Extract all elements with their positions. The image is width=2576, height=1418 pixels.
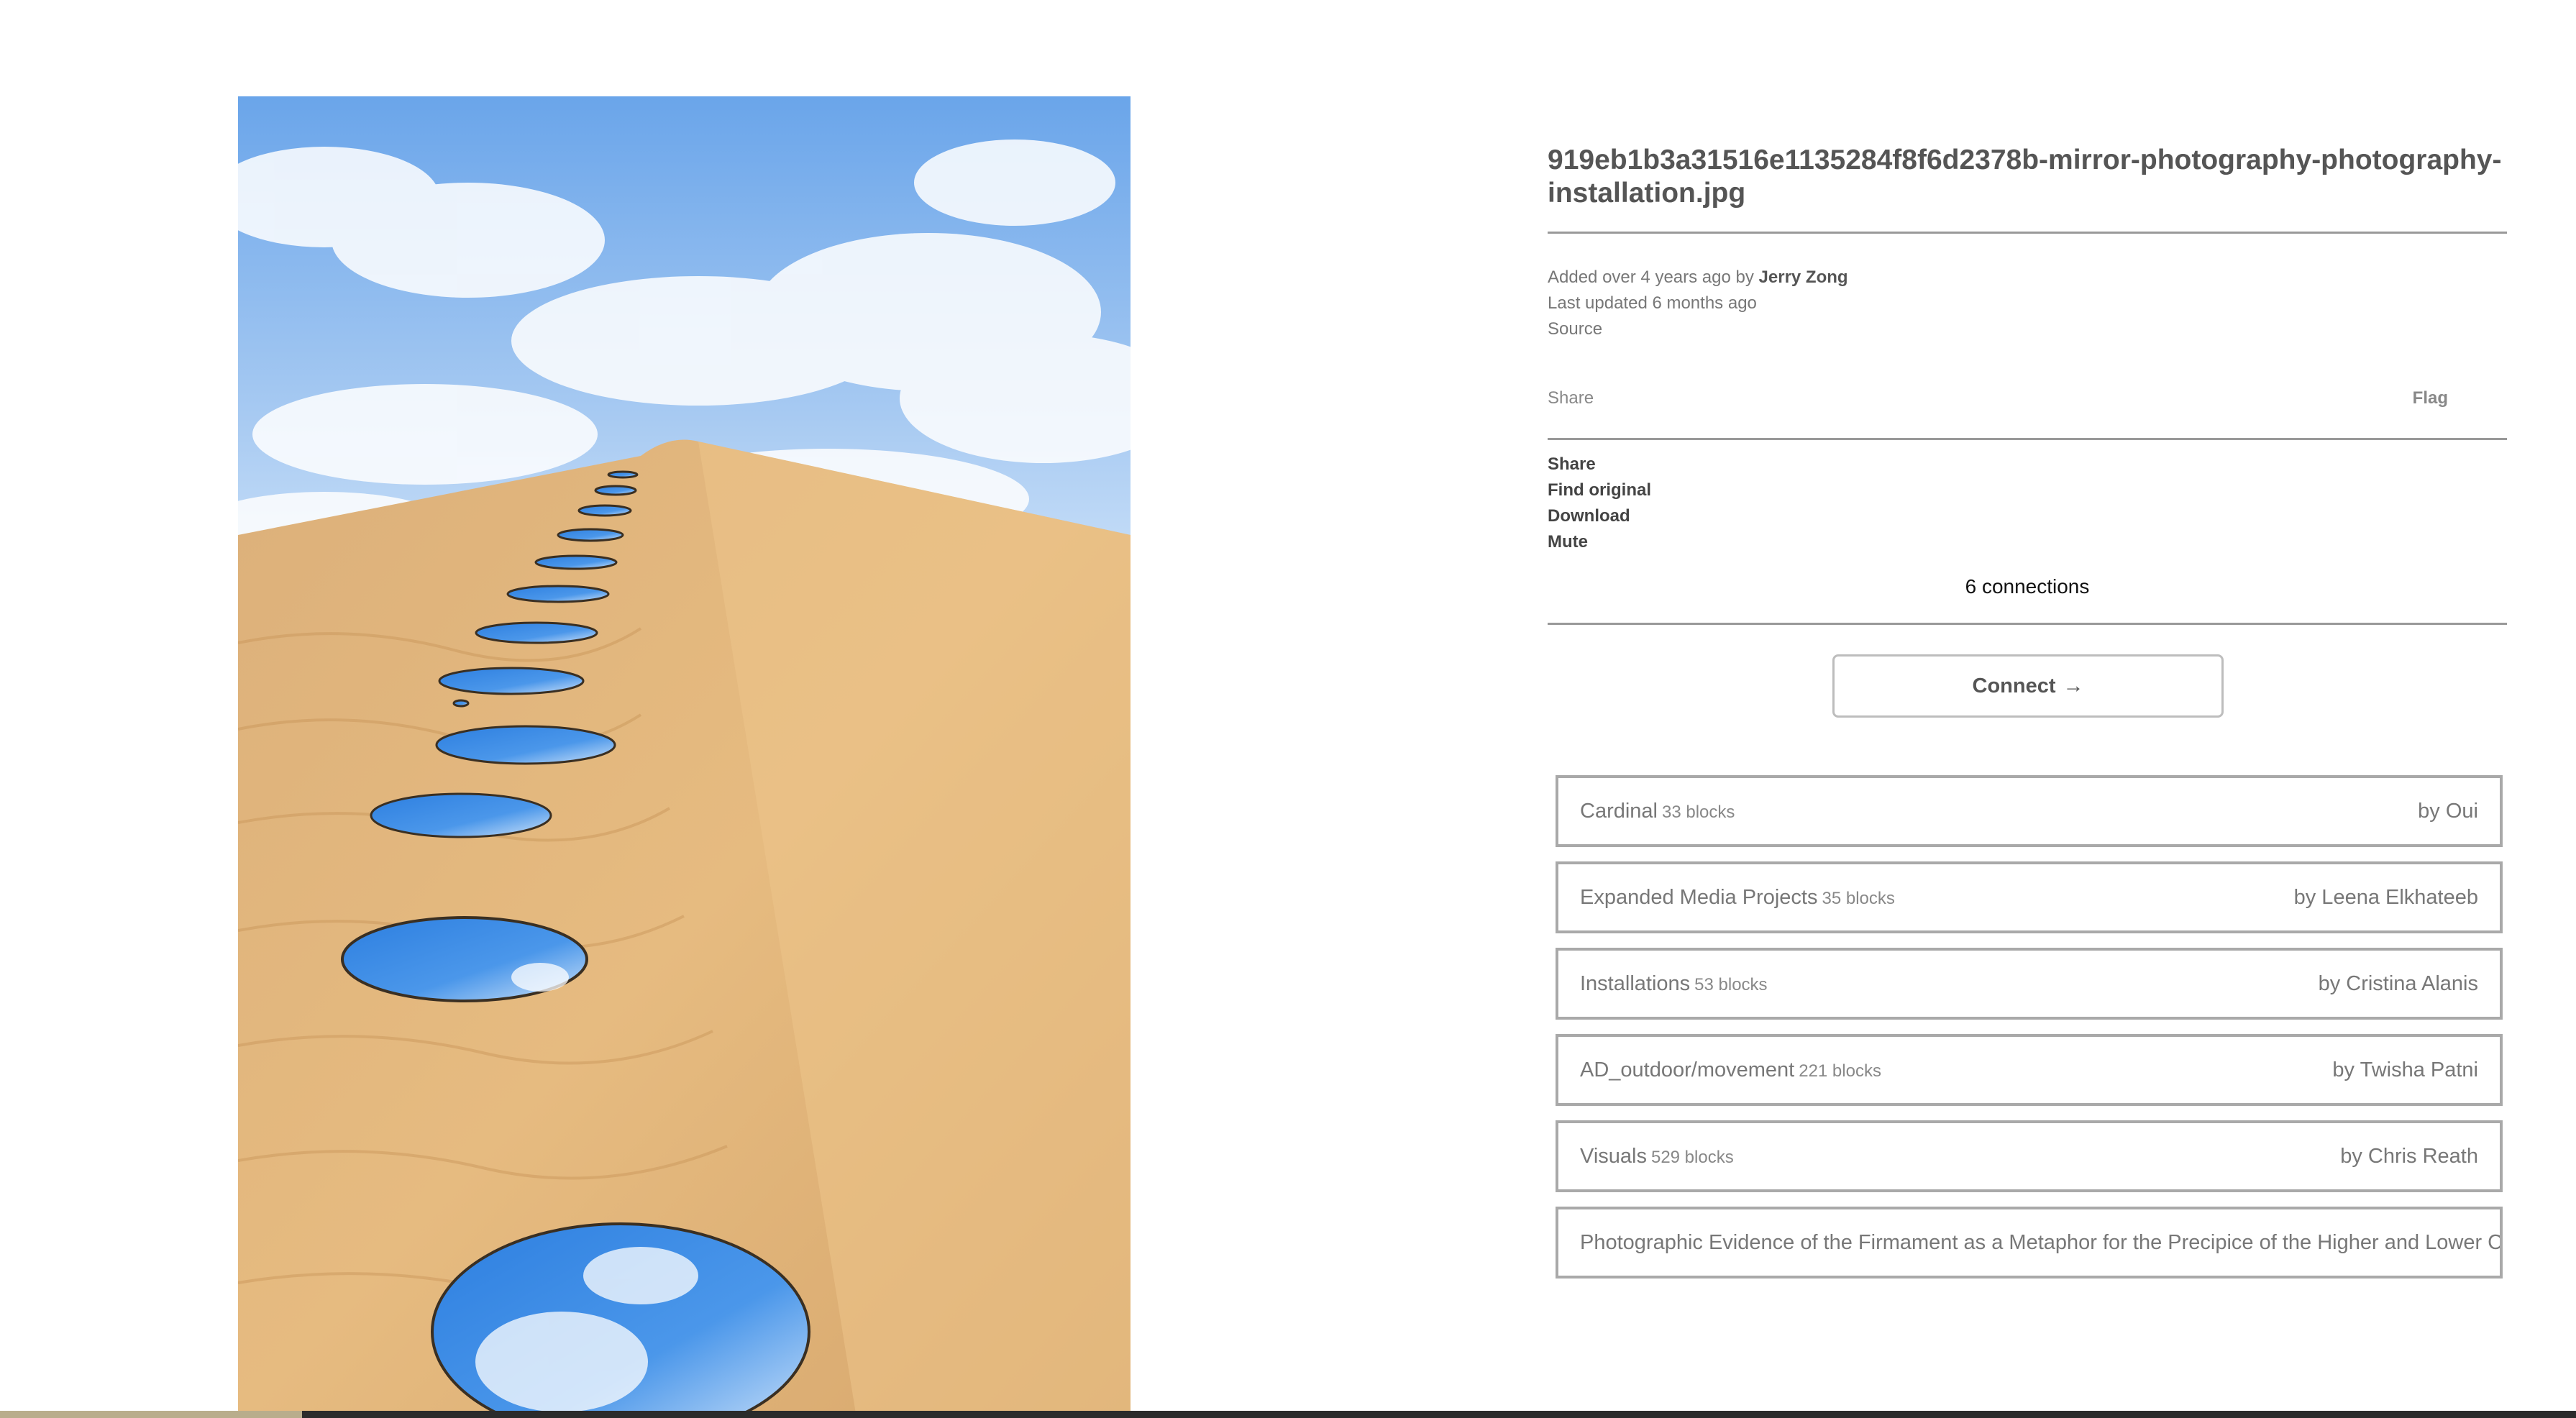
channel-owner: by Oui [2418, 800, 2478, 823]
channel-count: 529 blocks [1650, 1148, 1734, 1167]
channel-item[interactable]: Photographic Evidence of the Firmament a… [1556, 1207, 2503, 1279]
channel-name: Expanded Media Projects [1580, 886, 1818, 909]
channel-count: 53 blocks [1694, 975, 1768, 994]
connect-label: Connect [1972, 674, 2056, 697]
actions-list: Share Find original Download Mute [1548, 452, 1651, 555]
channel-count: 35 blocks [1822, 889, 1895, 908]
channel-count: 33 blocks [1662, 802, 1735, 822]
channel-item[interactable]: Visuals 529 blocks by Chris Reath [1556, 1120, 2503, 1192]
channel-name: Cardinal [1580, 800, 1658, 823]
block-title: 919eb1b3a31516e1135284f8f6d2378b-mirror-… [1548, 145, 2502, 209]
bottom-strip [0, 1411, 2576, 1418]
find-original-action[interactable]: Find original [1548, 477, 1651, 503]
author-link[interactable]: Jerry Zong [1759, 267, 1848, 287]
channel-count: 221 blocks [1799, 1061, 1881, 1081]
channel-owner: by Twisha Patni [2332, 1058, 2478, 1081]
channel-item[interactable]: Cardinal 33 blocks by Oui [1556, 775, 2503, 847]
download-action[interactable]: Download [1548, 503, 1651, 529]
block-info: Added over 4 years ago by Jerry Zong Las… [1548, 265, 1848, 342]
channel-item[interactable]: AD_outdoor/movement 221 blocks by Twisha … [1556, 1034, 2503, 1106]
channel-name: Photographic Evidence of the Firmament a… [1580, 1231, 2503, 1254]
bottom-strip-highlight [0, 1411, 302, 1418]
title-divider [1548, 232, 2507, 234]
channel-owner: by Chris Reath [2340, 1145, 2478, 1168]
channel-owner: by Cristina Alanis [2318, 972, 2478, 995]
connections-divider [1548, 623, 2507, 625]
source-link[interactable]: Source [1548, 316, 1848, 342]
block-image[interactable] [238, 96, 1131, 1418]
channel-name: Visuals [1580, 1145, 1647, 1168]
added-line: Added over 4 years ago by Jerry Zong [1548, 265, 1848, 291]
channel-item[interactable]: Expanded Media Projects 35 blocks by Leen… [1556, 861, 2503, 933]
share-divider [1548, 438, 2507, 440]
channel-name: Installations [1580, 972, 1691, 995]
connections-count: 6 connections [1965, 575, 2090, 598]
flag-link[interactable]: Flag [2413, 388, 2448, 408]
channel-item[interactable]: Installations 53 blocks by Cristina Alani… [1556, 948, 2503, 1020]
channel-list: Cardinal 33 blocks by Oui Expanded Media … [1556, 775, 2503, 1293]
share-tab[interactable]: Share [1548, 388, 1594, 408]
added-prefix: Added over 4 years ago by [1548, 267, 1754, 287]
mute-action[interactable]: Mute [1548, 529, 1651, 555]
share-action[interactable]: Share [1548, 452, 1651, 477]
channel-owner: by Leena Elkhateeb [2293, 886, 2478, 909]
arrow-right-icon: → [2063, 674, 2084, 697]
share-row: Share Flag [1548, 388, 2448, 408]
block-meta: 919eb1b3a31516e1135284f8f6d2378b-mirror-… [1548, 144, 2507, 210]
channel-name: AD_outdoor/movement [1580, 1058, 1795, 1081]
connect-button[interactable]: Connect → [1832, 654, 2224, 718]
updated-line: Last updated 6 months ago [1548, 293, 1757, 313]
